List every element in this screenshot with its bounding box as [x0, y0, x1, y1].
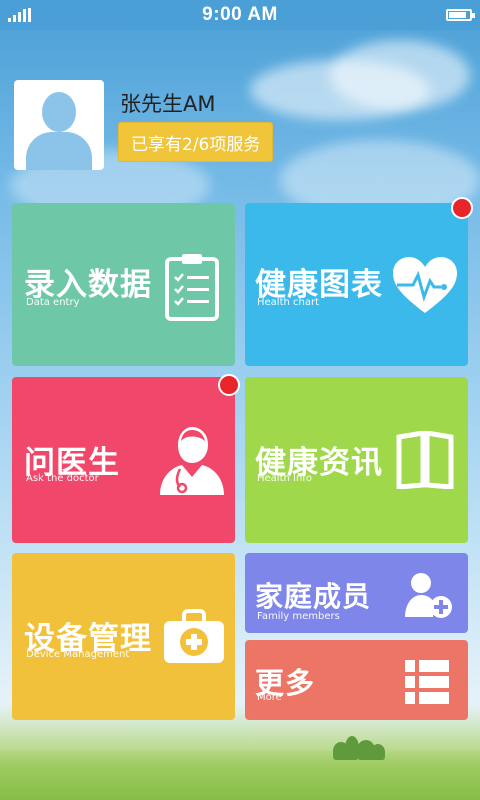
tile-health-info[interactable]: 健康资讯 Health Info: [245, 377, 468, 543]
tile-data-entry[interactable]: 录入数据 Data entry: [12, 203, 235, 366]
services-badge[interactable]: 已享有2/6项服务: [118, 122, 274, 162]
tile-subtitle: Ask the doctor: [26, 473, 99, 484]
tile-more[interactable]: 更多 More: [245, 640, 468, 720]
tile-device-management[interactable]: 设备管理 Device Management: [12, 553, 235, 720]
tile-subtitle: Health chart: [257, 297, 320, 308]
heart-pulse-icon: [393, 257, 457, 313]
tile-subtitle: Data entry: [26, 297, 80, 308]
tile-health-chart[interactable]: 健康图表 Health chart: [245, 203, 468, 366]
notification-badge: [451, 197, 473, 219]
medical-kit-icon: [164, 609, 224, 663]
status-time: 9:00 AM: [202, 4, 278, 25]
background-grass: [0, 748, 480, 800]
notification-badge: [218, 374, 240, 396]
status-bar: 9:00 AM: [0, 0, 480, 30]
signal-icon: [8, 8, 31, 22]
add-user-icon: [405, 573, 452, 618]
tile-subtitle: Device Management: [26, 649, 130, 660]
tile-title: 家庭成员: [255, 580, 372, 613]
user-name: 张先生AM: [120, 92, 216, 116]
tile-subtitle: More: [257, 692, 282, 703]
tile-subtitle: Health Info: [257, 473, 312, 484]
list-icon: [405, 660, 449, 704]
open-book-icon: [396, 431, 454, 489]
background-trees: [325, 734, 405, 760]
tile-family-members[interactable]: 家庭成员 Family members: [245, 553, 468, 633]
tile-ask-doctor[interactable]: 问医生 Ask the doctor: [12, 377, 235, 543]
tile-subtitle: Family members: [257, 611, 340, 622]
avatar[interactable]: [14, 80, 104, 170]
battery-icon: [446, 9, 475, 21]
clipboard-checklist-icon: [165, 254, 219, 321]
doctor-icon: [160, 427, 224, 495]
user-profile[interactable]: 张先生AM 已享有2/6项服务: [14, 80, 274, 170]
